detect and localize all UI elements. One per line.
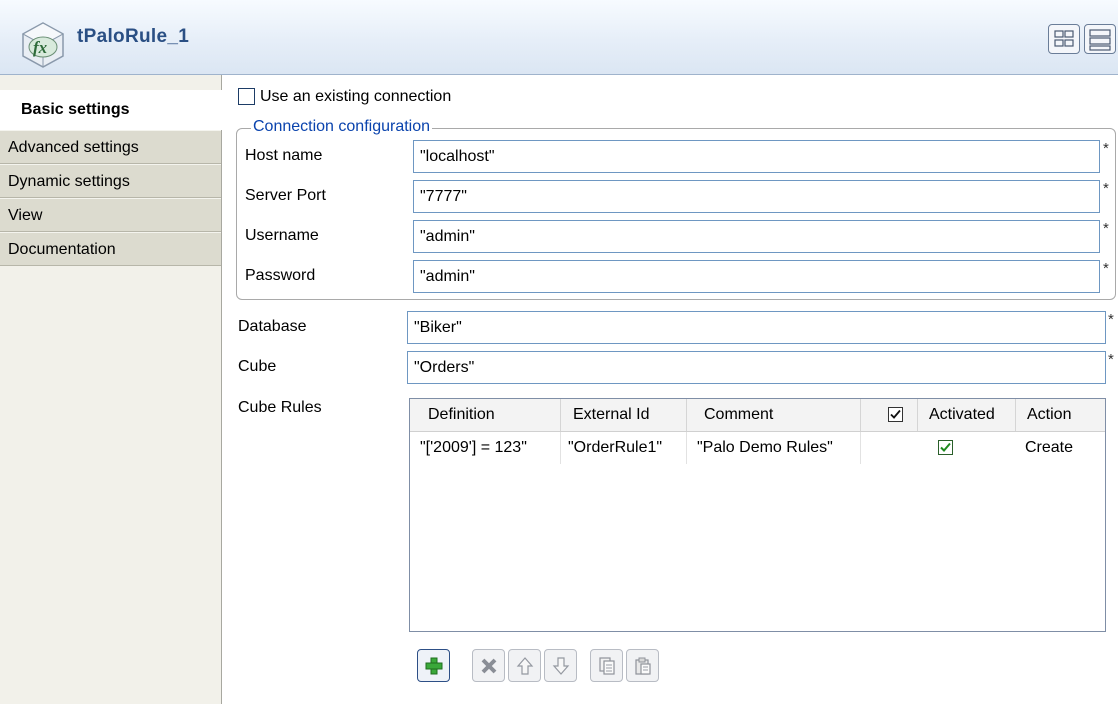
cell-external-id[interactable]: "OrderRule1" [561, 432, 687, 464]
move-up-icon [516, 657, 534, 675]
checkmark-icon [890, 409, 901, 419]
connection-configuration-legend: Connection configuration [251, 118, 433, 136]
checkmark-icon [940, 442, 951, 452]
column-header-action[interactable]: Action [1016, 399, 1105, 431]
svg-text:fx: fx [33, 38, 48, 57]
cube-input[interactable] [407, 351, 1106, 384]
cube-rules-label: Cube Rules [238, 399, 322, 416]
use-existing-connection-checkbox[interactable] [238, 88, 255, 105]
tab-view[interactable]: View [0, 198, 221, 232]
password-input[interactable] [413, 260, 1100, 293]
column-header-comment[interactable]: Comment [687, 399, 861, 431]
list-view-button[interactable] [1084, 24, 1116, 54]
component-title: tPaloRule_1 [77, 26, 190, 47]
host-name-input[interactable] [413, 140, 1100, 173]
username-label: Username [245, 227, 319, 244]
delete-row-button[interactable] [472, 649, 505, 682]
cell-activated[interactable] [861, 432, 1016, 464]
cell-definition[interactable]: "['2009'] = 123" [410, 432, 561, 464]
tpalorule-component-icon: fx [18, 20, 68, 70]
paste-button[interactable] [626, 649, 659, 682]
delete-icon [481, 658, 497, 674]
move-down-icon [552, 657, 570, 675]
column-header-activated[interactable]: Activated [918, 399, 1016, 431]
database-label: Database [238, 318, 307, 335]
required-marker: * [1103, 180, 1109, 197]
server-port-input[interactable] [413, 180, 1100, 213]
tab-dynamic-settings[interactable]: Dynamic settings [0, 164, 221, 198]
required-marker: * [1103, 260, 1109, 277]
column-header-definition[interactable]: Definition [410, 399, 561, 431]
password-label: Password [245, 267, 316, 284]
move-down-button[interactable] [544, 649, 577, 682]
required-marker: * [1108, 351, 1114, 368]
column-header-external-id[interactable]: External Id [561, 399, 687, 431]
select-all-checkbox[interactable] [888, 407, 903, 422]
table-header: Definition External Id Comment Activated… [410, 399, 1105, 432]
server-port-label: Server Port [245, 187, 326, 204]
component-header: fx tPaloRule_1 [0, 0, 1118, 75]
host-name-label: Host name [245, 147, 323, 164]
required-marker: * [1108, 311, 1114, 328]
username-input[interactable] [413, 220, 1100, 253]
cube-rules-table[interactable]: Definition External Id Comment Activated… [409, 398, 1106, 632]
database-input[interactable] [407, 311, 1106, 344]
activated-checkbox[interactable] [938, 440, 953, 455]
required-marker: * [1103, 220, 1109, 237]
copy-icon [599, 657, 615, 675]
tab-documentation[interactable]: Documentation [0, 232, 221, 266]
cell-comment[interactable]: "Palo Demo Rules" [687, 432, 861, 464]
settings-sidebar: Basic settings Advanced settings Dynamic… [0, 75, 222, 704]
grid-view-button[interactable] [1048, 24, 1080, 54]
required-marker: * [1103, 140, 1109, 157]
use-existing-connection-label: Use an existing connection [260, 88, 452, 105]
tab-advanced-settings[interactable]: Advanced settings [0, 130, 221, 164]
column-header-select-all[interactable] [861, 399, 918, 431]
cell-action[interactable]: Create [1016, 432, 1105, 464]
move-up-button[interactable] [508, 649, 541, 682]
add-row-button[interactable] [417, 649, 450, 682]
add-icon [425, 657, 443, 675]
table-row[interactable]: "['2009'] = 123" "OrderRule1" "Palo Demo… [410, 432, 1105, 464]
copy-button[interactable] [590, 649, 623, 682]
tab-basic-settings[interactable]: Basic settings [0, 90, 222, 130]
cube-label: Cube [238, 358, 277, 375]
paste-icon [635, 657, 651, 675]
